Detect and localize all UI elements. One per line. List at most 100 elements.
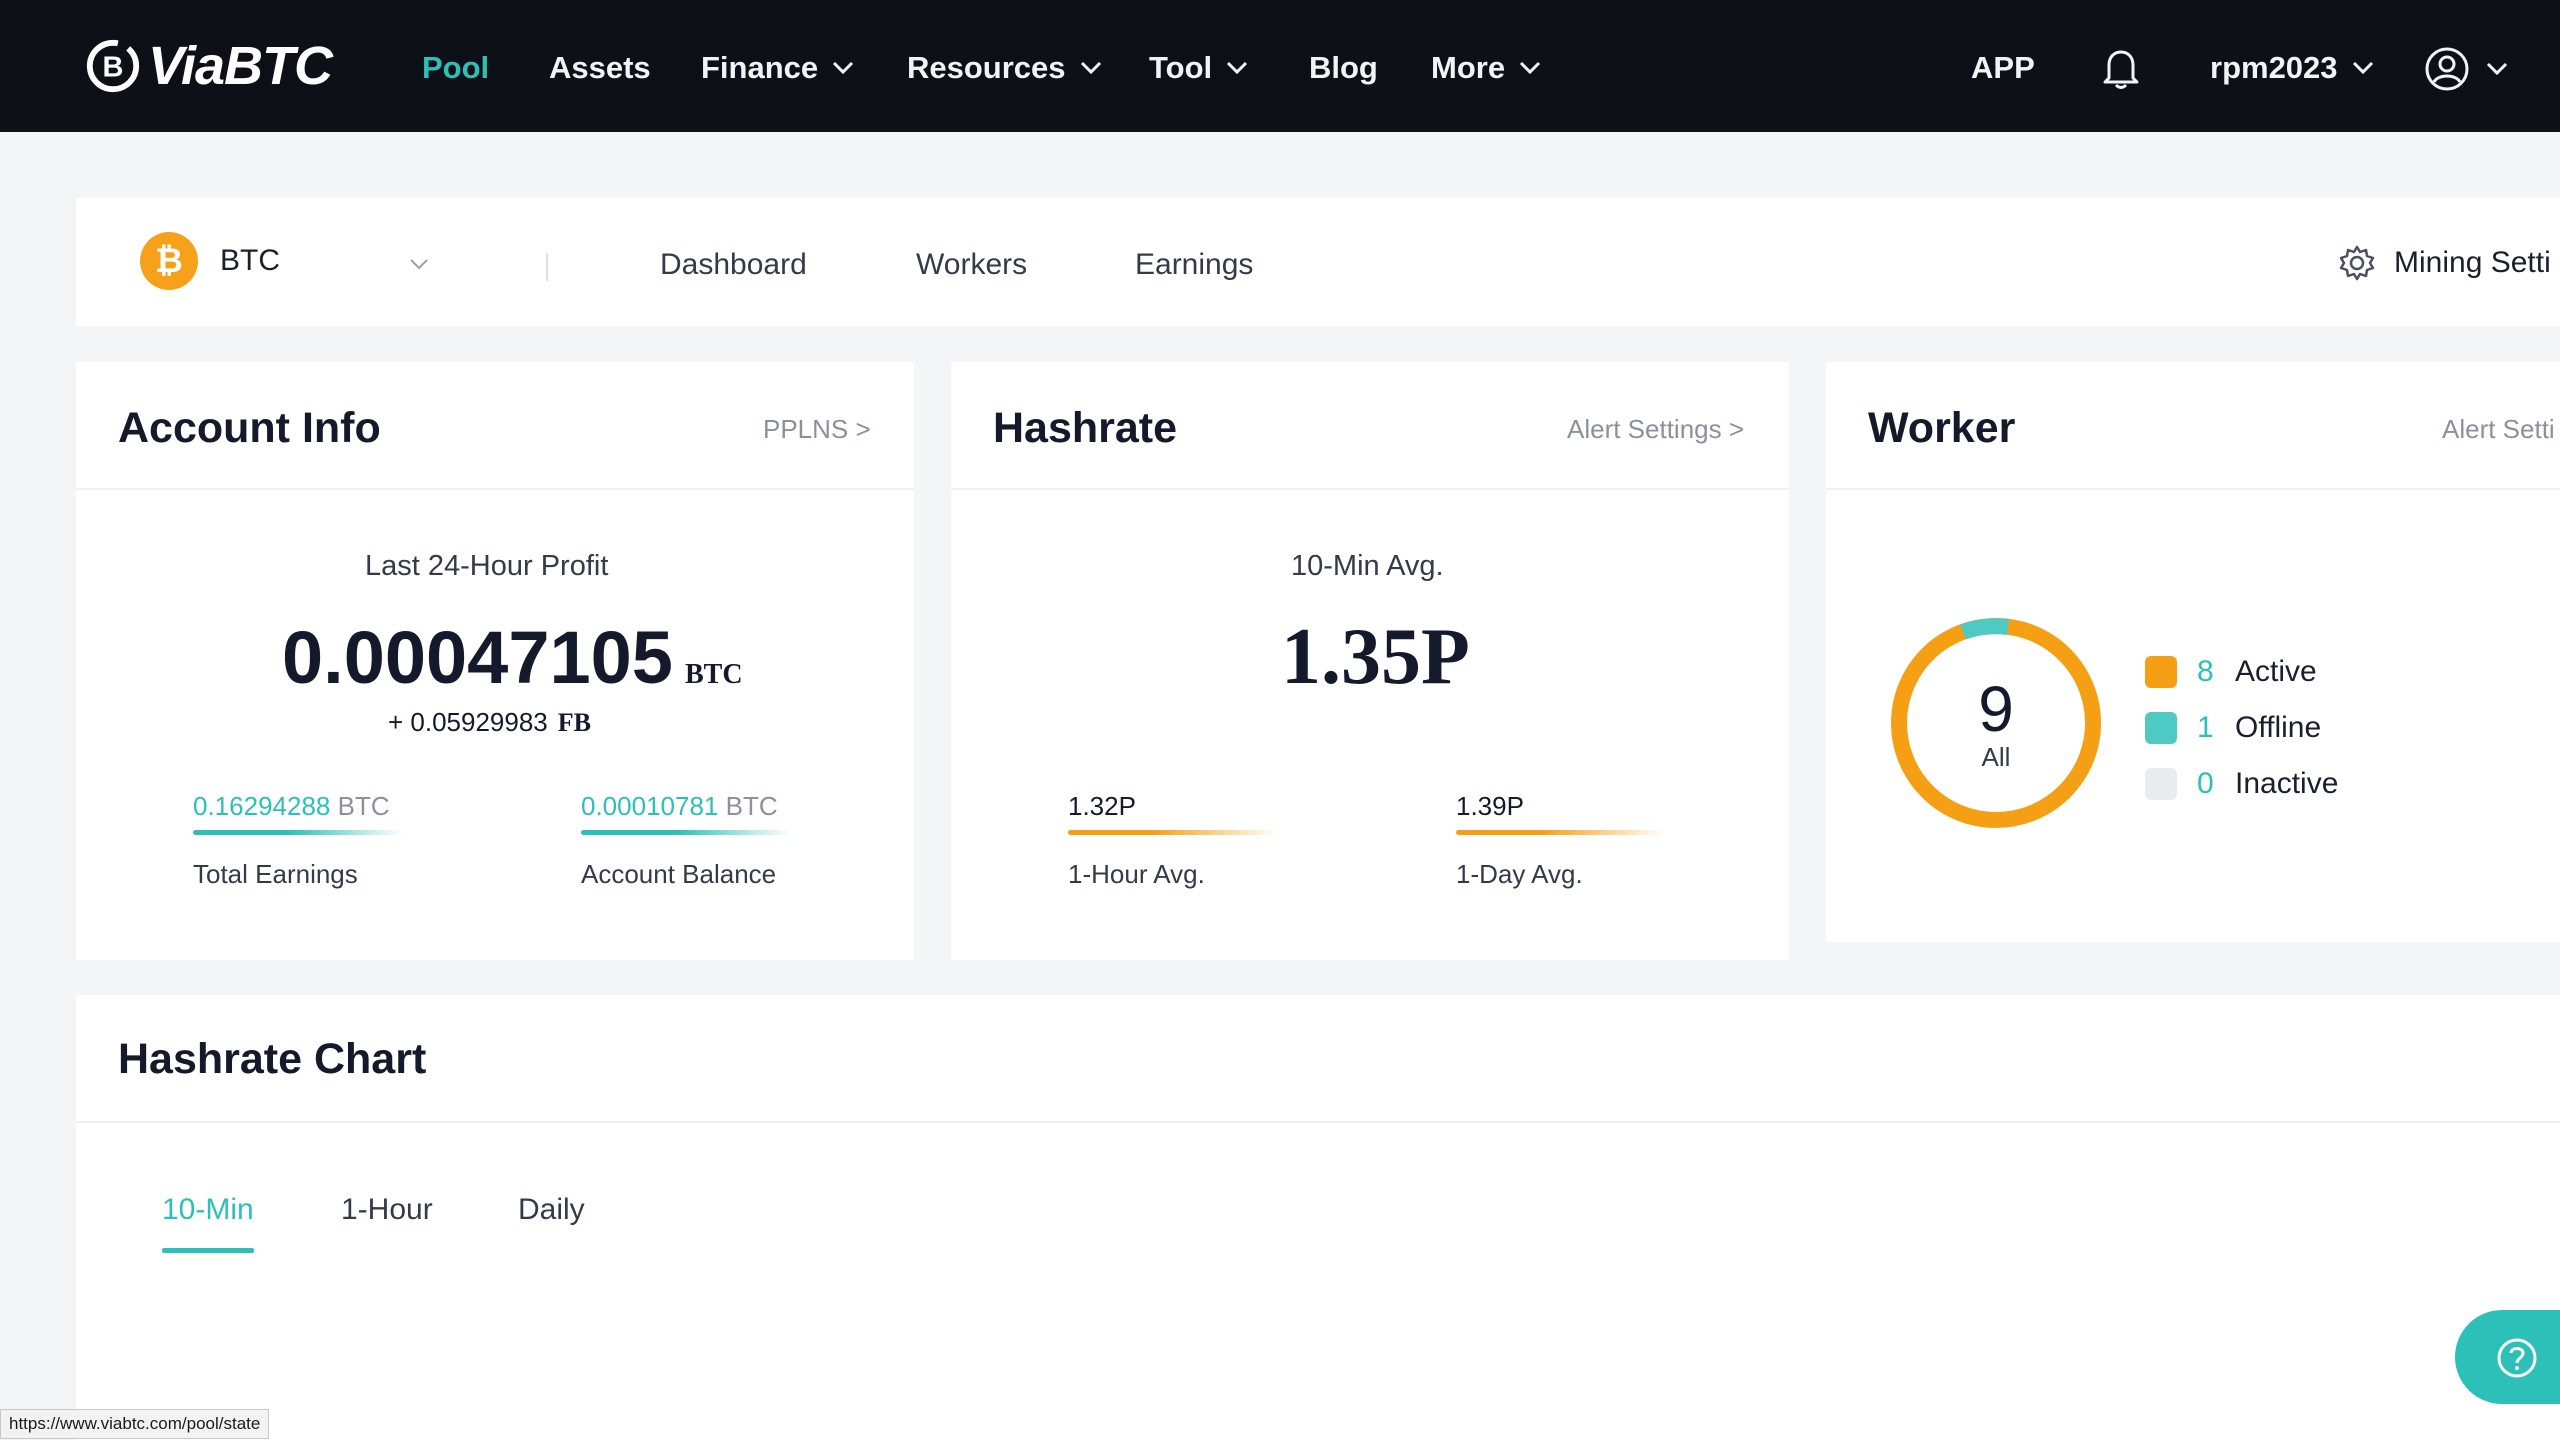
- active-swatch: [2145, 656, 2177, 688]
- account-balance-label: Account Balance: [581, 859, 777, 889]
- app-label: APP: [1971, 50, 2035, 85]
- nav-assets-label: Assets: [549, 50, 651, 85]
- one-day-avg-bar: [1456, 830, 1666, 835]
- chevron-down-icon[interactable]: [409, 258, 429, 270]
- nav-pool-label: Pool: [422, 50, 490, 85]
- one-day-avg-label: 1-Day Avg.: [1456, 859, 1583, 889]
- offline-label: Offline: [2235, 711, 2322, 744]
- tab-dashboard[interactable]: Dashboard: [660, 248, 807, 282]
- account-balance-value: 0.00010781 BTC: [581, 791, 778, 822]
- user-menu[interactable]: rpm2023: [2210, 50, 2374, 86]
- one-hour-avg-value: 1.32P: [1068, 791, 1136, 821]
- ten-min-avg-value: 1.35P: [1281, 613, 1470, 701]
- legend-active[interactable]: 8 Active: [2145, 655, 2317, 689]
- worker-title: Worker: [1868, 404, 2016, 452]
- total-earnings-unit: BTC: [337, 791, 390, 821]
- inactive-swatch: [2145, 768, 2177, 800]
- divider: [546, 253, 548, 281]
- alert-settings-link[interactable]: Alert Settings >: [1567, 414, 1744, 445]
- nav-assets[interactable]: Assets: [549, 50, 651, 86]
- username-label: rpm2023: [2210, 50, 2338, 85]
- hashrate-title: Hashrate: [993, 404, 1178, 452]
- worker-total-label: All: [1982, 742, 2011, 772]
- profit-label: Last 24-Hour Profit: [365, 550, 609, 582]
- account-info-card: Account Info PPLNS > Last 24-Hour Profit…: [76, 362, 914, 960]
- browser-status-url: https://www.viabtc.com/pool/state: [0, 1409, 270, 1439]
- inactive-count: 0: [2197, 767, 2214, 800]
- one-hour-avg-bar: [1068, 830, 1278, 835]
- active-count: 8: [2197, 655, 2214, 688]
- active-label: Active: [2235, 655, 2317, 688]
- card-header: Account Info PPLNS >: [76, 362, 914, 490]
- tab-earnings[interactable]: Earnings: [1135, 248, 1253, 282]
- nav-resources-label: Resources: [907, 50, 1066, 85]
- inactive-label: Inactive: [2235, 767, 2339, 800]
- mining-settings-button[interactable]: Mining Setti: [2338, 244, 2551, 282]
- tab-workers[interactable]: Workers: [916, 248, 1027, 282]
- total-earnings-bar: [193, 830, 403, 835]
- nav-finance-label: Finance: [701, 50, 819, 85]
- one-hour-avg-label: 1-Hour Avg.: [1068, 859, 1205, 889]
- account-info-title: Account Info: [118, 404, 381, 452]
- nav-more[interactable]: More: [1431, 50, 1541, 86]
- nav-pool[interactable]: Pool: [422, 50, 489, 86]
- nav-blog-label: Blog: [1309, 50, 1378, 85]
- profit-unit: BTC: [684, 659, 743, 690]
- chart-tab-1hour[interactable]: 1-Hour: [341, 1193, 433, 1227]
- worker-donut-chart: 9 All: [1891, 618, 2101, 828]
- chevron-down-icon: [1080, 61, 1101, 75]
- nav-more-label: More: [1431, 50, 1506, 85]
- hashrate-chart-title: Hashrate Chart: [118, 1035, 427, 1083]
- chart-tab-10min[interactable]: 10-Min: [162, 1193, 254, 1227]
- viabtc-logo[interactable]: B ViaBTC: [84, 34, 333, 98]
- nav-finance[interactable]: Finance: [701, 50, 854, 86]
- card-header: Worker Alert Setti: [1826, 362, 2560, 490]
- offline-arc: [1960, 618, 2009, 640]
- help-button[interactable]: [2455, 1310, 2560, 1404]
- coin-label: BTC: [220, 244, 280, 277]
- top-navbar: B ViaBTC Pool Assets Finance Resources T…: [0, 0, 2560, 132]
- total-earnings-value: 0.16294288 BTC: [193, 791, 390, 822]
- chevron-down-icon: [833, 61, 854, 75]
- account-balance-unit: BTC: [725, 791, 778, 821]
- one-day-avg-value: 1.39P: [1456, 791, 1524, 821]
- legend-inactive[interactable]: 0 Inactive: [2145, 767, 2338, 801]
- card-header: Hashrate Alert Settings >: [951, 362, 1789, 490]
- bitcoin-icon: ₿: [140, 232, 198, 290]
- worker-alert-settings-link[interactable]: Alert Setti: [2442, 414, 2555, 445]
- account-menu[interactable]: [2424, 46, 2508, 92]
- bell-icon[interactable]: [2101, 46, 2141, 90]
- hashrate-card: Hashrate Alert Settings > 10-Min Avg. 1.…: [951, 362, 1789, 960]
- app-download-link[interactable]: APP: [1971, 50, 2035, 86]
- chevron-down-icon: [1227, 61, 1248, 75]
- profit-value: 0.00047105 BTC: [282, 615, 743, 700]
- active-tab-indicator: [162, 1248, 254, 1253]
- chevron-down-icon: [1520, 61, 1541, 75]
- chart-tab-daily[interactable]: Daily: [518, 1193, 585, 1227]
- mining-settings-label: Mining Setti: [2394, 246, 2551, 279]
- coin-selector[interactable]: ₿ BTC: [140, 232, 280, 290]
- pplns-link[interactable]: PPLNS >: [763, 414, 871, 445]
- brand-name: ViaBTC: [148, 36, 333, 96]
- legend-offline[interactable]: 1 Offline: [2145, 711, 2321, 745]
- ten-min-avg-label: 10-Min Avg.: [1291, 550, 1444, 582]
- gear-icon: [2339, 245, 2375, 281]
- total-earnings-label: Total Earnings: [193, 859, 358, 889]
- nav-resources[interactable]: Resources: [907, 50, 1102, 86]
- chevron-down-icon: [2486, 62, 2508, 76]
- profit-number: 0.00047105: [282, 616, 673, 699]
- svg-text:B: B: [103, 52, 124, 84]
- total-earnings-number: 0.16294288: [193, 791, 331, 821]
- card-header: Hashrate Chart: [76, 995, 2560, 1123]
- pool-subnav: ₿ BTC Dashboard Workers Earnings Mining …: [76, 198, 2560, 326]
- viabtc-logo-icon: B: [86, 39, 140, 93]
- nav-tool[interactable]: Tool: [1149, 50, 1248, 86]
- nav-blog[interactable]: Blog: [1309, 50, 1378, 86]
- hashrate-chart-card: Hashrate Chart: [76, 995, 2560, 1440]
- offline-swatch: [2145, 712, 2177, 744]
- question-icon: [2497, 1338, 2537, 1378]
- extra-profit-value: + 0.05929983: [388, 707, 548, 737]
- extra-profit: + 0.05929983 FB: [388, 707, 591, 738]
- offline-count: 1: [2197, 711, 2214, 744]
- account-balance-bar: [581, 830, 791, 835]
